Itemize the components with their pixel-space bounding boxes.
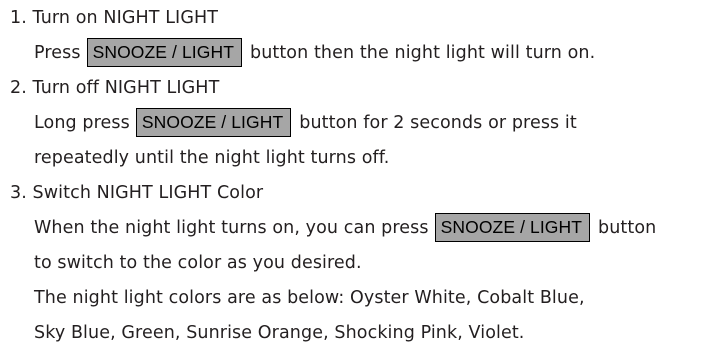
step-3-line-3: The night light colors are as below: Oys… (34, 280, 585, 315)
instruction-text: Long press (34, 112, 130, 133)
instruction-text: button (598, 217, 657, 238)
instruction-text: repeatedly until the night light turns o… (34, 147, 390, 168)
snooze-light-button-label: SNOOZE / LIGHT (86, 38, 242, 67)
instruction-text: Press (34, 42, 81, 63)
step-1-line-1: Press SNOOZE / LIGHT button then the nig… (34, 35, 595, 70)
instruction-text: When the night light turns on, you can p… (34, 217, 429, 238)
step-3-line-1: When the night light turns on, you can p… (34, 210, 656, 245)
step-2-title: 2. Turn off NIGHT LIGHT (10, 70, 219, 105)
step-title-text: 2. Turn off NIGHT LIGHT (10, 77, 220, 98)
instruction-text: to switch to the color as you desired. (34, 252, 362, 273)
step-2-line-1: Long press SNOOZE / LIGHT button for 2 s… (34, 105, 577, 140)
snooze-light-button-label: SNOOZE / LIGHT (135, 108, 292, 137)
instruction-text: button then the night light will turn on… (249, 42, 596, 63)
step-2-line-2: repeatedly until the night light turns o… (34, 140, 389, 175)
step-title-text: 3. Switch NIGHT LIGHT Color (10, 182, 264, 203)
snooze-light-button-label: SNOOZE / LIGHT (434, 213, 591, 242)
instruction-text: The night light colors are as below: Oys… (34, 287, 585, 308)
step-title-text: 1. Turn on NIGHT LIGHT (10, 7, 219, 28)
step-3-title: 3. Switch NIGHT LIGHT Color (10, 175, 263, 210)
step-3-line-2: to switch to the color as you desired. (34, 245, 362, 280)
step-1-title: 1. Turn on NIGHT LIGHT (10, 0, 218, 35)
instruction-text: Sky Blue, Green, Sunrise Orange, Shockin… (34, 322, 525, 343)
instruction-document: 1. Turn on NIGHT LIGHT Press SNOOZE / LI… (0, 0, 708, 351)
step-3-line-4: Sky Blue, Green, Sunrise Orange, Shockin… (34, 315, 524, 350)
instruction-text: button for 2 seconds or press it (299, 112, 577, 133)
